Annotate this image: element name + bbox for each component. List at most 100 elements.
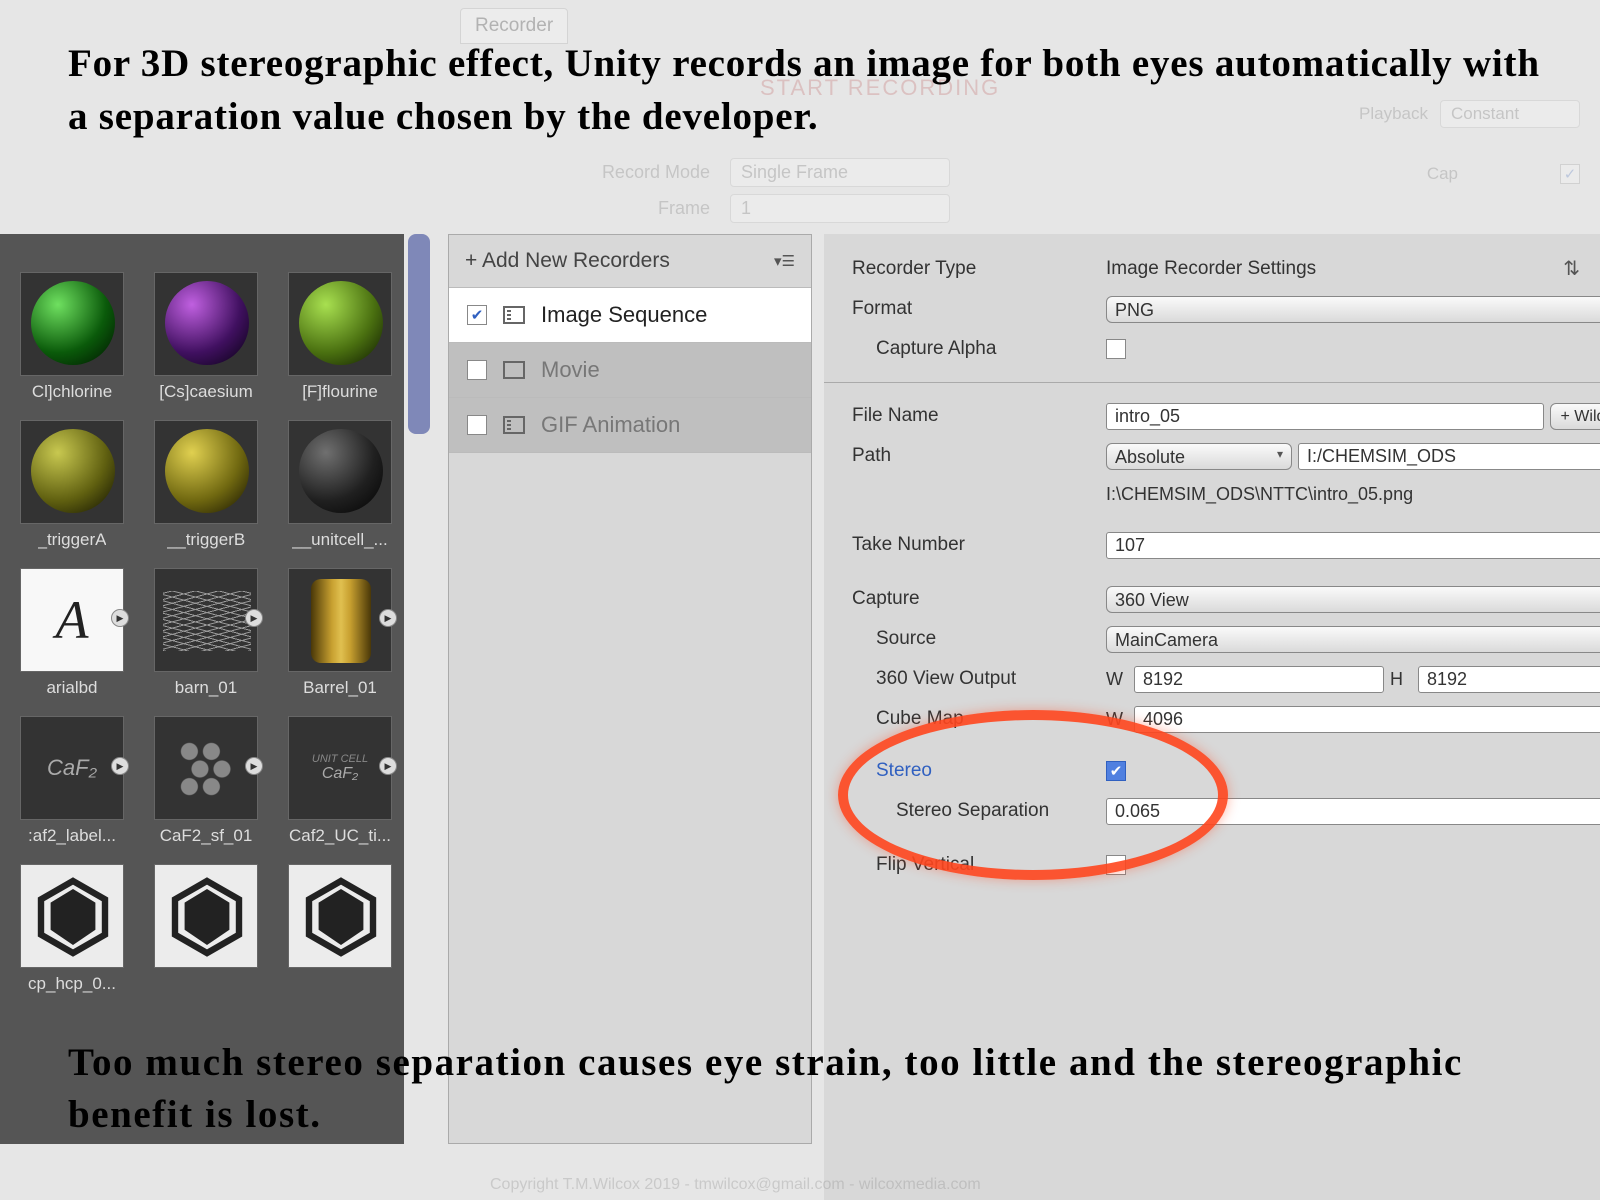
asset-item[interactable]: [Cs]caesium bbox=[148, 272, 264, 402]
file-name-input[interactable] bbox=[1106, 403, 1544, 430]
source-select[interactable]: MainCamera bbox=[1106, 626, 1600, 653]
cap-label: Cap bbox=[1427, 164, 1458, 184]
font-icon: A bbox=[21, 569, 123, 671]
add-recorders-button[interactable]: + Add New Recorders bbox=[465, 249, 670, 273]
asset-item[interactable]: ▶ barn_01 bbox=[148, 568, 264, 698]
project-panel: Cl]chlorine [Cs]caesium [F]flourine _tri… bbox=[0, 234, 404, 1144]
cubemap-label: Cube Map bbox=[852, 704, 1096, 734]
capture-label: Capture bbox=[852, 584, 1096, 614]
recorder-checkbox[interactable]: ✔ bbox=[467, 305, 487, 325]
asset-item[interactable]: ▶ Barrel_01 bbox=[282, 568, 398, 698]
asset-item[interactable]: _triggerA bbox=[14, 420, 130, 550]
wildcards-button[interactable]: + Wildcards ▾ bbox=[1550, 403, 1600, 430]
height-input[interactable] bbox=[1418, 666, 1600, 693]
take-number-label: Take Number bbox=[852, 530, 1096, 560]
unity-icon bbox=[33, 877, 113, 957]
recorder-type-label: Recorder Type bbox=[852, 254, 1096, 284]
image-sequence-icon bbox=[503, 306, 525, 324]
asset-label: Barrel_01 bbox=[303, 678, 377, 698]
recorder-item-label: GIF Animation bbox=[541, 412, 680, 438]
stereo-label: Stereo bbox=[852, 756, 1096, 786]
recorder-type-value: Image Recorder Settings bbox=[1106, 258, 1600, 280]
slide-caption-top: For 3D stereographic effect, Unity recor… bbox=[68, 38, 1560, 143]
view-output-label: 360 View Output bbox=[852, 664, 1096, 694]
resolved-path: I:\CHEMSIM_ODS\NTTC\intro_05.png bbox=[1106, 484, 1600, 505]
asset-item[interactable]: UNIT CELLCaF₂▶ Caf2_UC_ti... bbox=[282, 716, 398, 846]
asset-label: arialbd bbox=[46, 678, 97, 698]
format-select[interactable]: PNG bbox=[1106, 296, 1600, 323]
stereo-separation-input[interactable] bbox=[1106, 798, 1600, 825]
gif-icon bbox=[503, 416, 525, 434]
unity-icon bbox=[167, 877, 247, 957]
format-label: Format bbox=[852, 294, 1096, 324]
recorder-list-panel: + Add New Recorders ▾☰ ✔ Image Sequence … bbox=[448, 234, 812, 1144]
asset-item[interactable]: CaF₂▶ :af2_label... bbox=[14, 716, 130, 846]
file-name-label: File Name bbox=[852, 401, 1096, 431]
play-icon: ▶ bbox=[245, 757, 263, 775]
unit-cell-icon: UNIT CELLCaF₂ bbox=[289, 717, 391, 819]
play-icon: ▶ bbox=[379, 609, 397, 627]
footer-copyright: Copyright T.M.Wilcox 2019 - tmwilcox@gma… bbox=[490, 1176, 981, 1194]
record-mode-select[interactable]: Single Frame bbox=[730, 158, 950, 187]
record-mode-label: Record Mode bbox=[560, 162, 710, 183]
asset-item[interactable]: cp_hcp_0... bbox=[14, 864, 130, 994]
inspector-menu-icon[interactable]: ⇅ bbox=[1563, 256, 1580, 281]
caf2-label-icon: CaF₂ bbox=[21, 717, 123, 819]
asset-item[interactable]: __unitcell_... bbox=[282, 420, 398, 550]
asset-item[interactable]: __triggerB bbox=[148, 420, 264, 550]
frame-label: Frame bbox=[560, 198, 710, 219]
stereo-checkbox[interactable]: ✔ bbox=[1106, 761, 1126, 781]
unity-icon bbox=[301, 877, 381, 957]
capture-select[interactable]: 360 View bbox=[1106, 586, 1600, 613]
path-input[interactable] bbox=[1298, 443, 1600, 470]
capture-alpha-label: Capture Alpha bbox=[852, 334, 1096, 364]
cubemap-input[interactable] bbox=[1134, 706, 1600, 733]
recorder-options-icon[interactable]: ▾☰ bbox=[774, 252, 795, 270]
cap-checkbox[interactable]: ✓ bbox=[1560, 164, 1580, 184]
stereo-separation-label: Stereo Separation bbox=[852, 796, 1096, 826]
flip-vertical-label: Flip Vertical bbox=[852, 850, 1096, 880]
asset-label: [F]flourine bbox=[302, 382, 378, 402]
movie-icon bbox=[503, 361, 525, 379]
recorder-list-item[interactable]: GIF Animation bbox=[449, 398, 811, 453]
take-number-input[interactable] bbox=[1106, 532, 1600, 559]
asset-item[interactable]: ▶ CaF2_sf_01 bbox=[148, 716, 264, 846]
asset-label: CaF2_sf_01 bbox=[160, 826, 253, 846]
asset-item[interactable] bbox=[282, 864, 398, 994]
frame-field[interactable]: 1 bbox=[730, 194, 950, 223]
width-label: W bbox=[1106, 669, 1128, 690]
asset-label: _triggerA bbox=[38, 530, 107, 550]
path-label: Path bbox=[852, 441, 1096, 471]
asset-item[interactable]: Cl]chlorine bbox=[14, 272, 130, 402]
play-icon: ▶ bbox=[111, 609, 129, 627]
recorder-item-label: Image Sequence bbox=[541, 302, 707, 328]
recorder-item-label: Movie bbox=[541, 357, 600, 383]
asset-label: __triggerB bbox=[167, 530, 245, 550]
cubemap-w-label: W bbox=[1106, 709, 1128, 730]
asset-label: Caf2_UC_ti... bbox=[289, 826, 391, 846]
scrollbar[interactable] bbox=[408, 234, 430, 434]
asset-item[interactable] bbox=[148, 864, 264, 994]
asset-label: :af2_label... bbox=[28, 826, 116, 846]
play-icon: ▶ bbox=[245, 609, 263, 627]
capture-alpha-checkbox[interactable] bbox=[1106, 339, 1126, 359]
recorder-checkbox[interactable] bbox=[467, 360, 487, 380]
flip-vertical-checkbox[interactable] bbox=[1106, 855, 1126, 875]
play-icon: ▶ bbox=[379, 757, 397, 775]
asset-label: barn_01 bbox=[175, 678, 237, 698]
asset-item[interactable]: [F]flourine bbox=[282, 272, 398, 402]
height-label: H bbox=[1390, 669, 1412, 690]
source-label: Source bbox=[852, 624, 1096, 654]
slide-caption-bottom: Too much stereo separation causes eye st… bbox=[68, 1037, 1560, 1142]
asset-label: __unitcell_... bbox=[292, 530, 387, 550]
play-icon: ▶ bbox=[111, 757, 129, 775]
path-mode-select[interactable]: Absolute bbox=[1106, 443, 1292, 470]
width-input[interactable] bbox=[1134, 666, 1384, 693]
asset-label: [Cs]caesium bbox=[159, 382, 253, 402]
recorder-list-item[interactable]: ✔ Image Sequence bbox=[449, 288, 811, 343]
asset-label: Cl]chlorine bbox=[32, 382, 112, 402]
recorder-list-item[interactable]: Movie bbox=[449, 343, 811, 398]
asset-label: cp_hcp_0... bbox=[28, 974, 116, 994]
asset-item[interactable]: A▶ arialbd bbox=[14, 568, 130, 698]
recorder-checkbox[interactable] bbox=[467, 415, 487, 435]
